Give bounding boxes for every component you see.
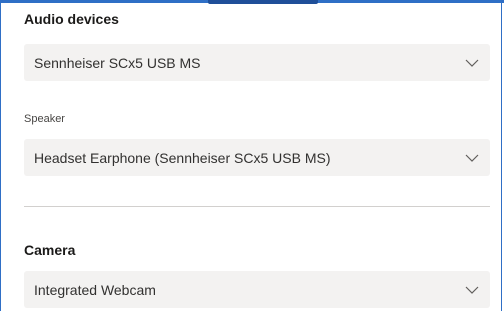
speaker-dropdown[interactable]: Headset Earphone (Sennheiser SCx5 USB MS…: [24, 139, 490, 176]
chevron-down-icon: [464, 153, 480, 163]
camera-dropdown[interactable]: Integrated Webcam: [24, 271, 490, 308]
chevron-down-icon: [464, 285, 480, 295]
camera-dropdown-value: Integrated Webcam: [34, 281, 156, 298]
audio-devices-heading: Audio devices: [24, 11, 119, 27]
speaker-dropdown-value: Headset Earphone (Sennheiser SCx5 USB MS…: [34, 149, 331, 166]
chevron-down-icon: [464, 58, 480, 68]
camera-heading: Camera: [24, 242, 76, 258]
microphone-dropdown-value: Sennheiser SCx5 USB MS: [34, 54, 201, 71]
section-divider: [24, 206, 490, 207]
microphone-dropdown[interactable]: Sennheiser SCx5 USB MS: [24, 44, 490, 81]
window-top-handle: [208, 0, 318, 4]
speaker-label: Speaker: [24, 113, 65, 125]
